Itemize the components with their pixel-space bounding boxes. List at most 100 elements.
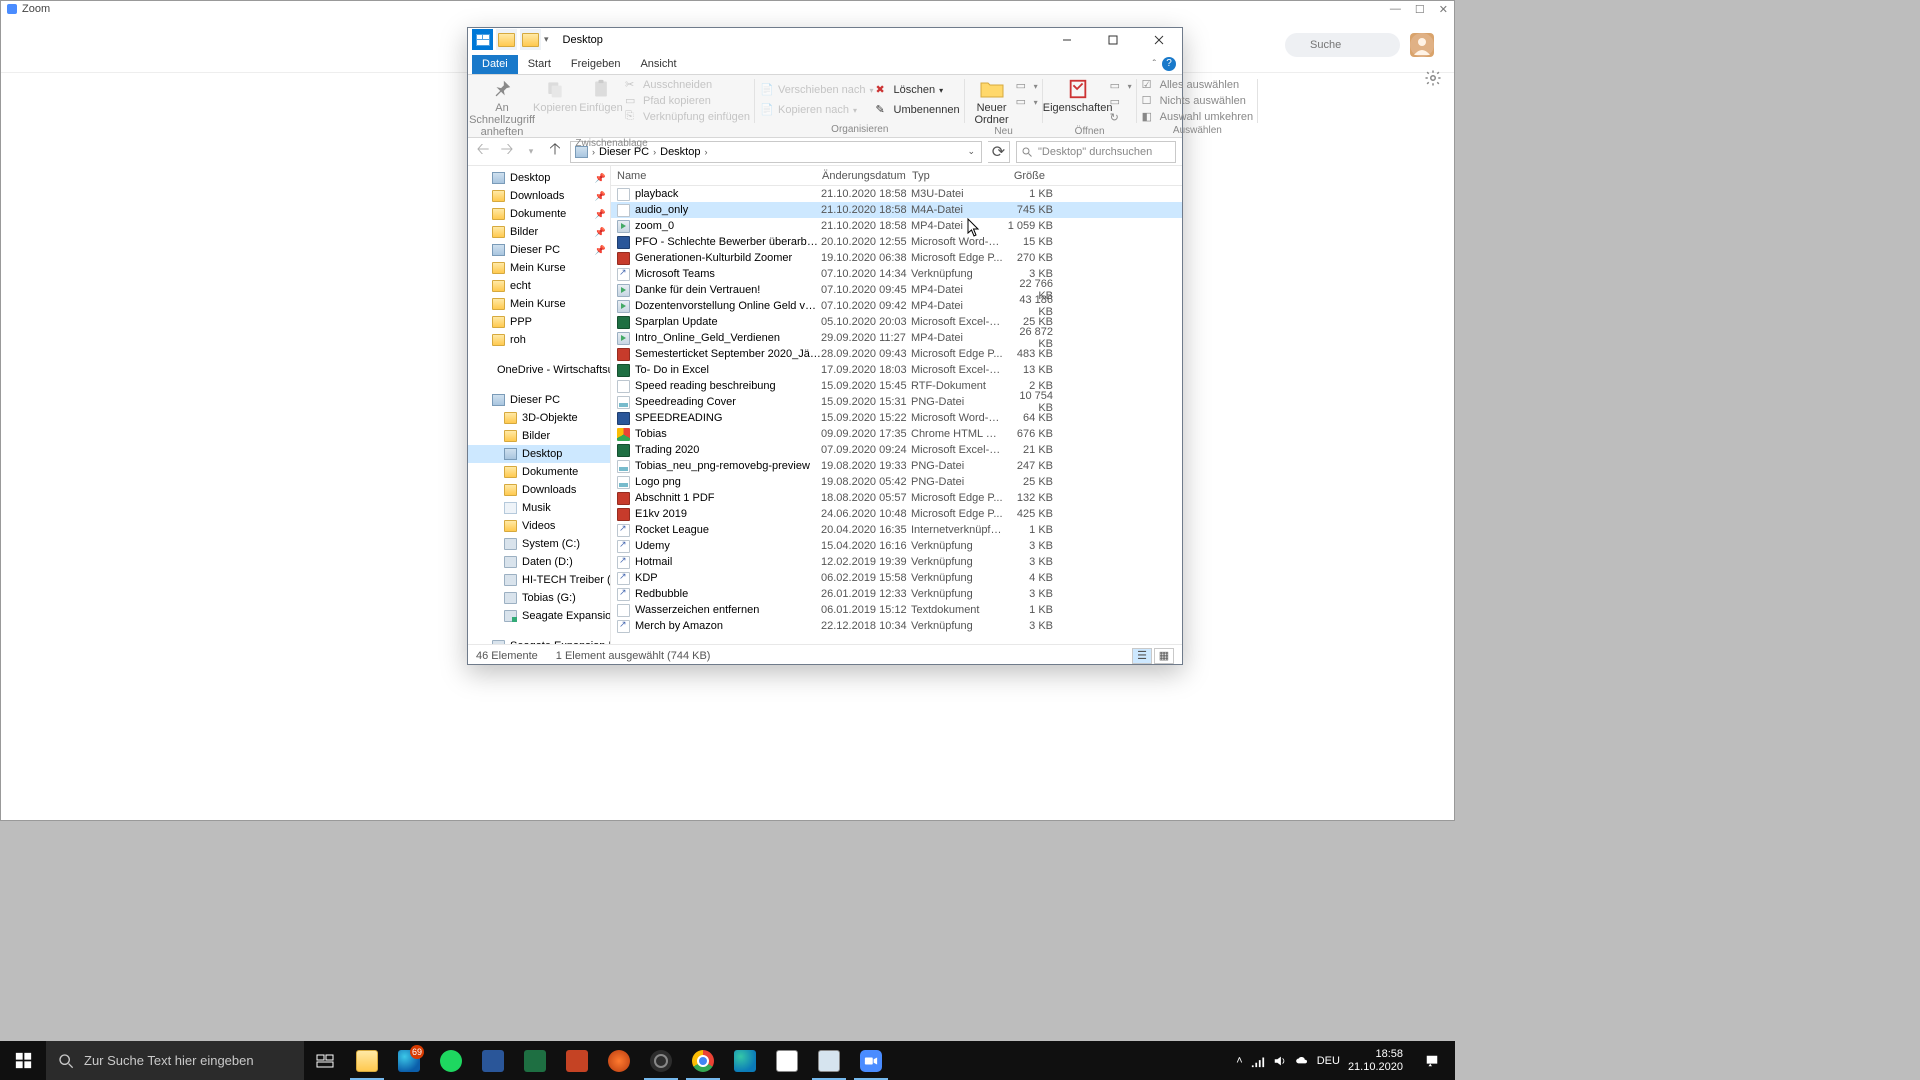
ribbon-pin-quickaccess[interactable]: An Schnellzugriff anheften	[473, 76, 531, 138]
taskbar-obs[interactable]	[640, 1041, 682, 1080]
file-row[interactable]: Tobias_neu_png-removebg-preview 19.08.20…	[611, 458, 1182, 474]
ribbon-rename[interactable]: ✎Umbenennen	[876, 102, 960, 118]
file-row[interactable]: Merch by Amazon 22.12.2018 10:34 Verknüp…	[611, 618, 1182, 634]
nav-item[interactable]: Daten (D:)	[468, 553, 610, 571]
ribbon-edit[interactable]: ▭	[1110, 94, 1132, 110]
taskbar-chrome[interactable]	[682, 1041, 724, 1080]
nav-item[interactable]: Dieser PC	[468, 391, 610, 409]
file-row[interactable]: Hotmail 12.02.2019 19:39 Verknüpfung 3 K…	[611, 554, 1182, 570]
file-row[interactable]: PFO - Schlechte Bewerber überarbeitet 20…	[611, 234, 1182, 250]
file-row[interactable]: SPEEDREADING 15.09.2020 15:22 Microsoft …	[611, 410, 1182, 426]
file-row[interactable]: Danke für dein Vertrauen! 07.10.2020 09:…	[611, 282, 1182, 298]
file-list-header[interactable]: Name Änderungsdatum Typ Größe	[611, 166, 1182, 186]
file-row[interactable]: To- Do in Excel 17.09.2020 18:03 Microso…	[611, 362, 1182, 378]
ribbon-newfolder[interactable]: Neuer Ordner	[970, 76, 1014, 126]
nav-item[interactable]: PPP	[468, 313, 610, 331]
file-row[interactable]: Tobias 09.09.2020 17:35 Chrome HTML Do..…	[611, 426, 1182, 442]
help-icon[interactable]: ?	[1162, 57, 1176, 71]
nav-item[interactable]: Desktop📌	[468, 169, 610, 187]
tab-start[interactable]: Start	[518, 55, 561, 74]
qat-properties-icon[interactable]	[496, 29, 517, 50]
file-row[interactable]: Trading 2020 07.09.2020 09:24 Microsoft …	[611, 442, 1182, 458]
taskbar-notepad[interactable]	[766, 1041, 808, 1080]
zoom-search-wrap[interactable]	[1285, 33, 1400, 57]
file-row[interactable]: Speedreading Cover 15.09.2020 15:31 PNG-…	[611, 394, 1182, 410]
file-row[interactable]: KDP 06.02.2019 15:58 Verknüpfung 4 KB	[611, 570, 1182, 586]
ribbon-pastelink[interactable]: ⎘Verknüpfung einfügen	[625, 109, 750, 125]
taskbar-app2[interactable]	[808, 1041, 850, 1080]
col-type[interactable]: Typ	[906, 170, 998, 182]
nav-item[interactable]: Downloads	[468, 481, 610, 499]
tray-clock[interactable]: 18:58 21.10.2020	[1348, 1048, 1403, 1073]
zoom-close-button[interactable]: ✕	[1439, 3, 1448, 16]
action-center-button[interactable]	[1411, 1054, 1453, 1068]
ribbon-selectall[interactable]: ☑Alles auswählen	[1142, 77, 1254, 93]
explorer-minimize-button[interactable]	[1044, 28, 1090, 51]
ribbon-copypath[interactable]: ▭Pfad kopieren	[625, 93, 750, 109]
nav-item[interactable]: Seagate Expansion Drive	[468, 637, 610, 644]
ribbon-delete[interactable]: ✖Löschen ▾	[876, 82, 960, 98]
file-row[interactable]: Wasserzeichen entfernen 06.01.2019 15:12…	[611, 602, 1182, 618]
nav-item[interactable]: HI-TECH Treiber (E:)	[468, 571, 610, 589]
file-row[interactable]: E1kv 2019 24.06.2020 10:48 Microsoft Edg…	[611, 506, 1182, 522]
file-row[interactable]: Microsoft Teams 07.10.2020 14:34 Verknüp…	[611, 266, 1182, 282]
nav-item[interactable]: Desktop	[468, 445, 610, 463]
ribbon-copyto[interactable]: 📄Kopieren nach ▾	[760, 102, 873, 118]
ribbon-open[interactable]: ▭▾	[1110, 78, 1132, 94]
ribbon-new-item[interactable]: ▭▾	[1016, 78, 1038, 94]
col-name[interactable]: Name	[611, 170, 816, 182]
nav-item[interactable]: Seagate Expansion Driv	[468, 607, 610, 625]
taskbar-edge2[interactable]	[724, 1041, 766, 1080]
nav-item[interactable]: Bilder	[468, 427, 610, 445]
file-row[interactable]: Speed reading beschreibung 15.09.2020 15…	[611, 378, 1182, 394]
tray-network-icon[interactable]	[1251, 1054, 1265, 1068]
file-row[interactable]: Rocket League 20.04.2020 16:35 Internetv…	[611, 522, 1182, 538]
zoom-avatar[interactable]	[1410, 33, 1434, 57]
tab-datei[interactable]: Datei	[472, 55, 518, 74]
taskbar-edge[interactable]: 69	[388, 1041, 430, 1080]
tray-onedrive-icon[interactable]	[1295, 1054, 1309, 1068]
zoom-minimize-button[interactable]: —	[1390, 3, 1401, 16]
taskbar-explorer[interactable]	[346, 1041, 388, 1080]
taskbar-word[interactable]	[472, 1041, 514, 1080]
file-row[interactable]: Semesterticket September 2020_Jänner 2..…	[611, 346, 1182, 362]
explorer-close-button[interactable]	[1136, 28, 1182, 51]
file-row[interactable]: Generationen-Kulturbild Zoomer 19.10.202…	[611, 250, 1182, 266]
nav-item[interactable]: Downloads📌	[468, 187, 610, 205]
ribbon-easy-access[interactable]: ▭▾	[1016, 94, 1038, 110]
explorer-maximize-button[interactable]	[1090, 28, 1136, 51]
view-large-button[interactable]: ▦	[1154, 648, 1174, 664]
zoom-titlebar[interactable]: Zoom — ☐ ✕	[1, 1, 1454, 17]
file-row[interactable]: Sparplan Update 05.10.2020 20:03 Microso…	[611, 314, 1182, 330]
taskbar-excel[interactable]	[514, 1041, 556, 1080]
file-row[interactable]: Dozentenvorstellung Online Geld verdien.…	[611, 298, 1182, 314]
tray-chevron-icon[interactable]: ˄	[1236, 1055, 1242, 1067]
start-button[interactable]	[0, 1041, 46, 1080]
view-details-button[interactable]: ☰	[1132, 648, 1152, 664]
ribbon-history[interactable]: ↻	[1110, 110, 1132, 126]
file-row[interactable]: zoom_0 21.10.2020 18:58 MP4-Datei 1 059 …	[611, 218, 1182, 234]
nav-item[interactable]: System (C:)	[468, 535, 610, 553]
system-tray[interactable]: ˄ DEU 18:58 21.10.2020	[1236, 1041, 1455, 1080]
tray-language[interactable]: DEU	[1317, 1055, 1340, 1067]
file-row[interactable]: playback 21.10.2020 18:58 M3U-Datei 1 KB	[611, 186, 1182, 202]
breadcrumb-desktop[interactable]: Desktop	[656, 142, 704, 162]
ribbon-invert[interactable]: ◧Auswahl umkehren	[1142, 109, 1254, 125]
col-size[interactable]: Größe	[998, 170, 1053, 182]
explorer-search-input[interactable]: "Desktop" durchsuchen	[1016, 141, 1176, 163]
nav-item[interactable]: Bilder📌	[468, 223, 610, 241]
nav-item[interactable]: Mein Kurse	[468, 259, 610, 277]
nav-item[interactable]: Dieser PC📌	[468, 241, 610, 259]
settings-icon[interactable]	[1424, 69, 1442, 87]
taskbar-app1[interactable]	[598, 1041, 640, 1080]
nav-item[interactable]: Tobias (G:)	[468, 589, 610, 607]
file-row[interactable]: Udemy 15.04.2020 16:16 Verknüpfung 3 KB	[611, 538, 1182, 554]
tab-freigeben[interactable]: Freigeben	[561, 55, 631, 74]
explorer-titlebar[interactable]: ▾ Desktop	[468, 28, 1182, 51]
ribbon-selectnone[interactable]: ☐Nichts auswählen	[1142, 93, 1254, 109]
nav-history-dropdown[interactable]: ▾	[522, 143, 540, 161]
qat-dropdown-icon[interactable]	[520, 29, 541, 50]
ribbon-collapse-icon[interactable]: ˆ	[1153, 59, 1156, 70]
qat-explorer-icon[interactable]	[472, 29, 493, 50]
nav-item[interactable]: roh	[468, 331, 610, 349]
